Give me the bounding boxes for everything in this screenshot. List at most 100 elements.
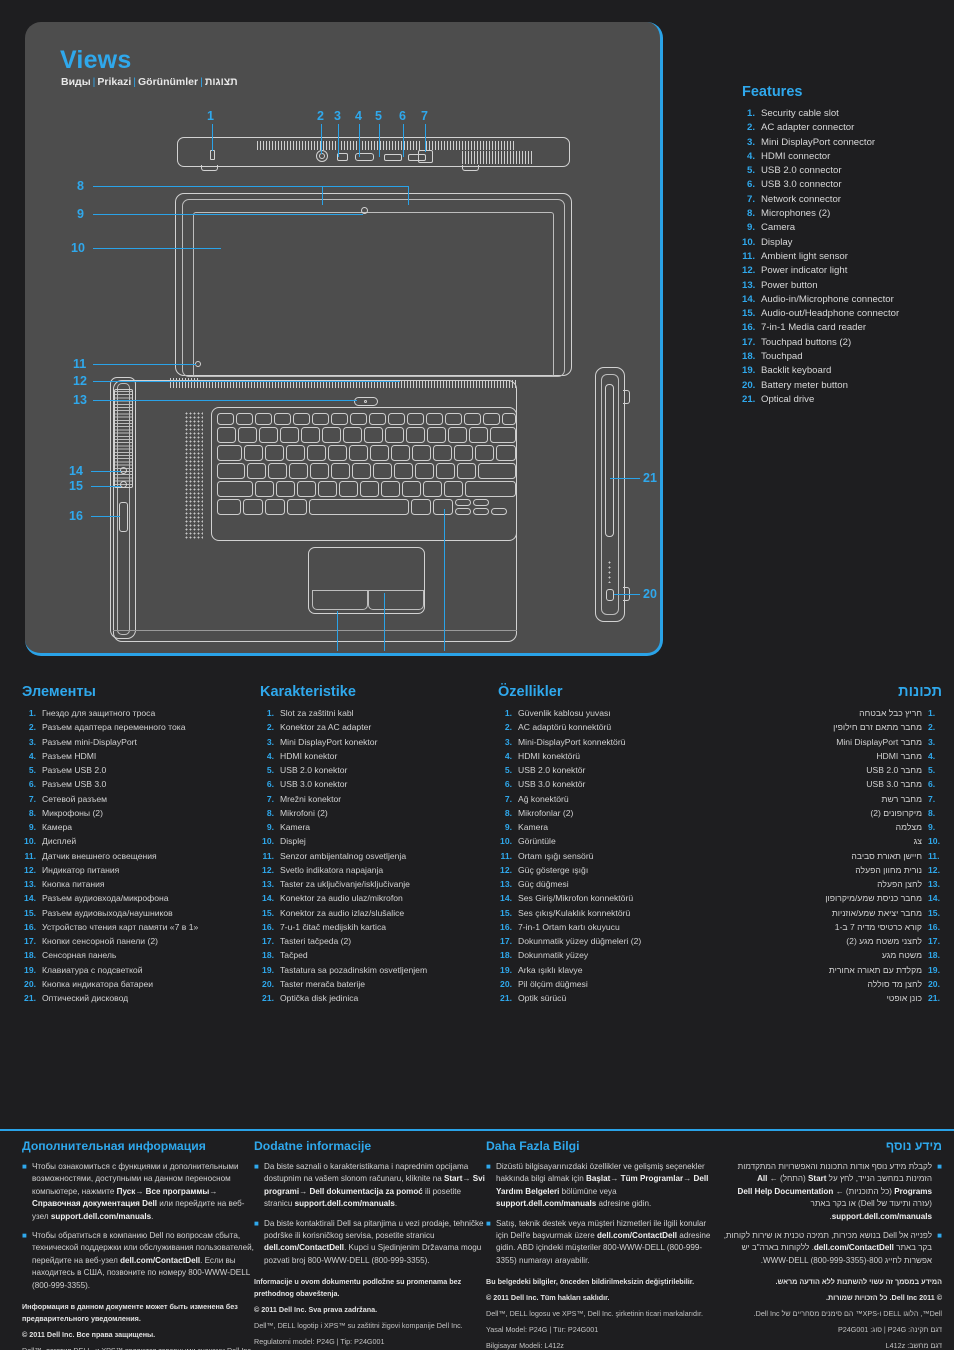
callout-line-15: [91, 486, 121, 488]
footer-bullet-text: לפנייה אל Dell בנושא מכירות, תמיכה טכנית…: [723, 1231, 932, 1265]
feature-label: Microphones (2): [761, 208, 831, 220]
list-item-label: מחבר Mini DisplayPort: [836, 736, 922, 747]
trademark-turkish: Dell™, DELL logosu ve XPS™, Dell Inc. şi…: [486, 1309, 704, 1319]
list-item: 21. Оптический дисковод: [22, 991, 254, 1005]
list-item-label: Устройство чтения карт памяти «7 в 1»: [42, 921, 199, 932]
feature-number: 7.: [746, 193, 755, 205]
list-item-label: Индикатор питания: [42, 864, 120, 875]
list-item: 20. Taster merača baterije: [260, 977, 492, 991]
feature-item: 2. AC adapter connector: [742, 121, 947, 135]
audio-out-headphone-connector-icon: [120, 481, 127, 488]
list-item-number: .12: [928, 864, 940, 875]
features-list: Features 1. Security cable slot 2. AC adapt…: [742, 84, 947, 407]
list-item-number: 8.: [266, 807, 274, 818]
touchpad-button-right: [368, 590, 424, 610]
feature-label: AC adapter connector: [761, 122, 855, 134]
footer-bullet: ■ Da biste kontaktirali Dell sa pitanjima…: [254, 1218, 486, 1268]
callout-line-6: [403, 124, 405, 157]
list-item: 19. Клавиатура с подсветкой: [22, 963, 254, 977]
list-item-number: 5.: [504, 765, 512, 775]
list-item-number: 10.: [262, 836, 274, 847]
list-item: 5. USB 2.0 konektör: [498, 763, 730, 777]
battery-meter-button-icon: [606, 589, 614, 601]
list-item-number: 8.: [28, 807, 36, 818]
computer-model-hebrew: דגם מחשב: L412z: [885, 1341, 942, 1350]
callout-line-20: [614, 594, 640, 596]
list-item: 4. Разъем HDMI: [22, 749, 254, 763]
feature-number: 12.: [742, 265, 756, 277]
display-screen-bezel: [193, 212, 554, 377]
list-item-number: 7.: [266, 793, 274, 804]
list-item-number: 4.: [28, 750, 36, 761]
list-item: 3. Mini-DisplayPort konnektörü: [498, 735, 730, 749]
copyright-turkish: © 2011 Dell Inc. Tüm hakları saklıdır.: [486, 1293, 610, 1303]
speaker-grill: [185, 412, 203, 540]
bullet-dot-icon: ■: [254, 1218, 259, 1228]
list-item-number: 15.: [262, 907, 274, 918]
list-item-number: 21.: [24, 993, 36, 1003]
list-item-number: 3.: [28, 736, 36, 747]
footer-bullet: ■ לפנייה אל Dell בנושא מכירות, תמיכה טכני…: [718, 1230, 942, 1267]
list-item-label: HDMI konektörü: [518, 750, 581, 761]
list-item: .4 מחבר HDMI: [736, 749, 942, 763]
list-item-label: מצלמה: [895, 822, 922, 832]
list-item-number: 9.: [266, 822, 274, 832]
list-item-label: Svetlo indikatora napajanja: [280, 864, 384, 875]
list-item-number: 12.: [500, 864, 512, 875]
feature-label: Security cable slot: [761, 108, 839, 119]
list-item-label: Разъем mini-DisplayPort: [42, 736, 137, 747]
callout-line-21: [610, 478, 640, 480]
list-item-label: Arka ışıklı klavye: [518, 964, 583, 975]
list-item-number: 8.: [504, 807, 512, 818]
trademark-serbian: Dell™, DELL logotip i XPS™ su zaštitni ž…: [254, 1321, 463, 1331]
list-item: 19. Arka ışıklı klavye: [498, 963, 730, 977]
column-heading-turkish: Özellikler: [498, 684, 563, 700]
callout-3: 3: [334, 109, 341, 123]
list-item: 12. Индикатор питания: [22, 863, 254, 877]
callout-9: 9: [77, 207, 84, 221]
list-item-label: Senzor ambijentalnog osvetljenja: [280, 850, 407, 861]
list-item-label: Mikrofoni (2): [280, 807, 328, 818]
list-item-number: 18.: [262, 950, 274, 961]
list-item: .16 קורא כרטיסי מדיה 7 ב-1: [736, 920, 942, 934]
list-item-number: 2.: [266, 722, 274, 733]
list-item-label: USB 3.0 konektor: [280, 779, 348, 790]
list-item: 18. Dokunmatik yüzey: [498, 948, 730, 962]
right-side-tab-top: [623, 390, 630, 404]
list-item-label: מחבר USB 3.0: [866, 779, 922, 790]
list-item-number: 20.: [24, 978, 36, 989]
list-item: 1. Güvenlik kablosu yuvası: [498, 706, 730, 720]
feature-number: 9.: [746, 222, 755, 234]
list-item: .2 מחבר מתאם זרם חילופין: [736, 720, 942, 734]
feature-item: 11. Ambient light sensor: [742, 250, 947, 264]
list-item-number: 4.: [266, 750, 274, 761]
list-item-number: .21: [928, 993, 940, 1003]
list-item-label: מחבר רשת: [881, 793, 922, 804]
list-item: 4. HDMI konektörü: [498, 749, 730, 763]
list-item: 21. Optička disk jedinica: [260, 991, 492, 1005]
page-root: Views Виды | Prikazi | Görünümler | תצוגות: [0, 0, 954, 1350]
hdmi-connector-icon: [355, 153, 374, 161]
list-item-number: 13.: [500, 879, 512, 889]
footer-column-russian: Дополнительная информация ■ Чтобы ознаком…: [22, 1139, 254, 1350]
feature-item: 6. USB 3.0 connector: [742, 178, 947, 192]
list-item-label: 7-u-1 čitač medijskih kartica: [280, 921, 387, 932]
footer-bullets-hebrew: ■ לקבלת מידע נוסף אודות התכונות והאפשרויו…: [718, 1161, 942, 1267]
list-item-label: Tastatura sa pozadinskim osvetljenjem: [280, 964, 428, 975]
footer-heading-turkish: Daha Fazla Bilgi: [486, 1139, 580, 1153]
list-item: 20. Pil ölçüm düğmesi: [498, 977, 730, 991]
callout-7: 7: [421, 109, 428, 123]
bullet-dot-icon: ■: [937, 1231, 942, 1241]
footer-bullet: ■ Da biste saznali o karakteristikama i n…: [254, 1161, 486, 1211]
footer-column-turkish: Daha Fazla Bilgi ■ Dizüstü bilgisayarınız…: [486, 1139, 718, 1350]
callout-line-19: [444, 509, 446, 651]
list-item-label: קורא כרטיסי מדיה 7 ב-1: [834, 921, 922, 932]
touchpad-button-left: [312, 590, 368, 610]
list-item-label: USB 3.0 konektör: [518, 779, 586, 790]
list-item-number: 1.: [28, 708, 36, 718]
rear-foot-left: [201, 165, 218, 171]
battery-meter-lights: [608, 561, 612, 583]
list-item-label: Displej: [280, 836, 306, 847]
list-item-label: AC adaptörü konnektörü: [518, 722, 612, 733]
footer-bullet: ■ Dizüstü bilgisayarınızdaki özellikler v…: [486, 1161, 718, 1211]
